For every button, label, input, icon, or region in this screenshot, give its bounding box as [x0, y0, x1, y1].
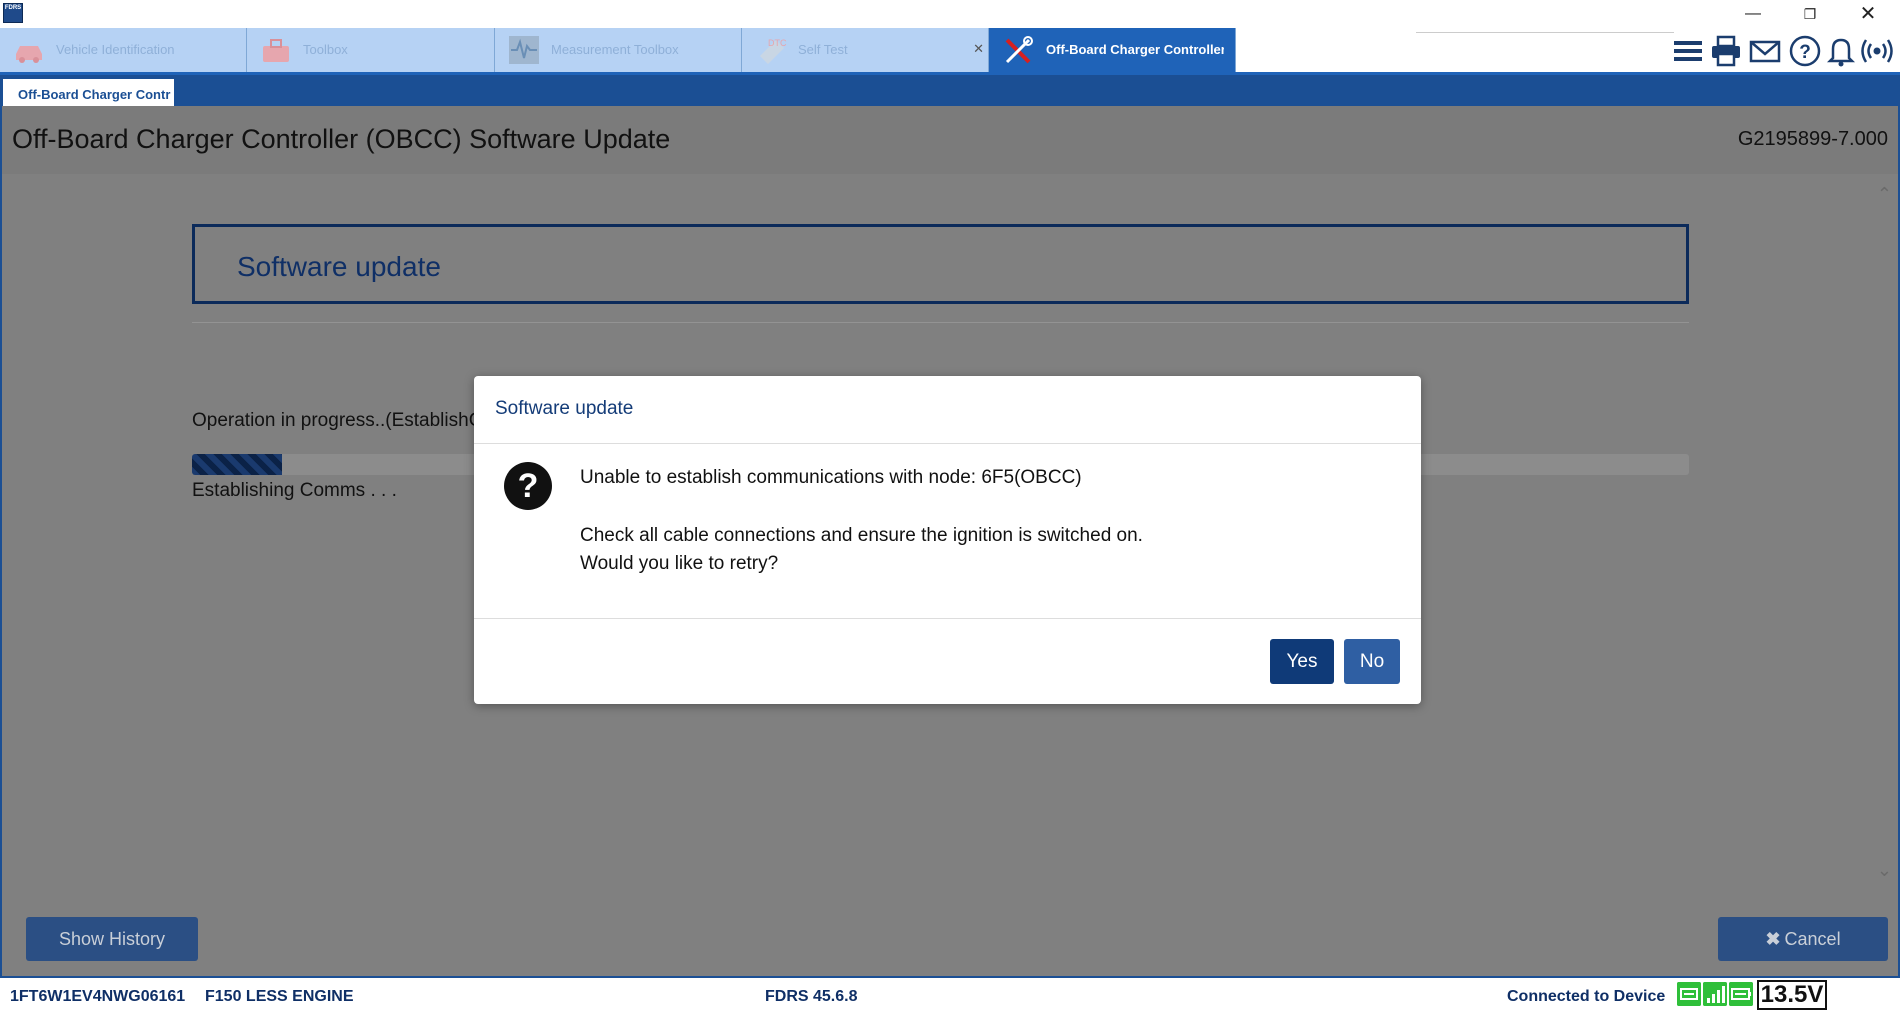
- section-title: Software update: [237, 251, 441, 282]
- tab-label: Toolbox: [303, 42, 348, 57]
- cancel-button[interactable]: ✖ Cancel: [1718, 917, 1888, 961]
- help-icon[interactable]: ?: [1788, 34, 1822, 68]
- menu-icon[interactable]: [1671, 34, 1705, 68]
- module-tab-strip: Vehicle Identification Toolbox Measureme…: [0, 28, 1900, 74]
- vin-label: 1FT6W1EV4NWG06161: [10, 988, 186, 1005]
- tab-measurement-toolbox[interactable]: Measurement Toolbox: [495, 28, 742, 72]
- show-history-button[interactable]: Show History: [26, 917, 198, 961]
- part-number: G2195899-7.000: [1737, 128, 1888, 150]
- scroll-down-icon[interactable]: ⌄: [1877, 860, 1892, 881]
- sub-tab-obcc[interactable]: Off-Board Charger Contr: [3, 79, 174, 106]
- connection-status: Connected to Device: [1507, 988, 1666, 1005]
- tab-label: Off-Board Charger Controller (O: [1046, 42, 1224, 57]
- cancel-label: Cancel: [1784, 929, 1841, 949]
- divider: [1416, 32, 1674, 33]
- dialog-question: Would you like to retry?: [580, 553, 779, 574]
- tab-toolbox[interactable]: Toolbox: [247, 28, 495, 72]
- mail-icon[interactable]: [1748, 34, 1782, 68]
- svg-text:?: ?: [1799, 42, 1811, 63]
- yes-button[interactable]: Yes: [1270, 639, 1334, 684]
- minimize-button[interactable]: —: [1733, 2, 1773, 26]
- app-logo: FDRS: [3, 3, 23, 23]
- tab-label: Self Test: [798, 42, 848, 57]
- dialog-title: Software update: [495, 398, 634, 419]
- scroll-up-icon[interactable]: ⌃: [1877, 184, 1892, 205]
- car-icon: [16, 46, 42, 63]
- signal-icon: [1703, 982, 1727, 1006]
- svg-text:DTC: DTC: [768, 38, 787, 48]
- divider: [474, 443, 1421, 444]
- divider: [192, 322, 1689, 323]
- bell-icon[interactable]: [1824, 34, 1858, 68]
- vci-status-icon: [1677, 982, 1701, 1006]
- operation-status: Operation in progress..(EstablishC: [192, 410, 483, 431]
- tab-label: Vehicle Identification: [56, 42, 175, 57]
- progress-fill: [192, 454, 282, 475]
- page-header: Off-Board Charger Controller (OBCC) Soft…: [2, 106, 1898, 174]
- dialog-message: Unable to establish communications with …: [580, 467, 1082, 488]
- tab-self-test[interactable]: DTC Self Test ✕: [742, 28, 989, 72]
- divider: [474, 618, 1421, 619]
- status-bar: 1FT6W1EV4NWG06161 F150 LESS ENGINE FDRS …: [0, 976, 1900, 1010]
- close-icon: ✖: [1765, 929, 1781, 949]
- tab-label: Measurement Toolbox: [551, 42, 679, 57]
- progress-status: Establishing Comms . . .: [192, 480, 397, 501]
- question-icon: ?: [504, 462, 552, 510]
- printer-icon[interactable]: [1709, 34, 1743, 68]
- tab-vehicle-identification[interactable]: Vehicle Identification: [0, 28, 247, 72]
- dtc-icon: DTC: [760, 38, 787, 64]
- tab-off-board-charger-controller[interactable]: Off-Board Charger Controller (O: [989, 28, 1236, 72]
- dialog-instruction: Check all cable connections and ensure t…: [580, 525, 1143, 546]
- vehicle-label: F150 LESS ENGINE: [205, 988, 354, 1005]
- voltage-readout: 13.5V: [1757, 980, 1827, 1010]
- no-button[interactable]: No: [1344, 639, 1400, 684]
- section-header: Software update: [192, 224, 1689, 304]
- tools-icon: [1005, 36, 1033, 64]
- maximize-button[interactable]: ❐: [1790, 2, 1830, 26]
- close-window-button[interactable]: ✕: [1848, 2, 1888, 26]
- wireless-icon[interactable]: [1860, 34, 1894, 68]
- retry-dialog: Software update ? Unable to establish co…: [474, 376, 1421, 704]
- title-bar: FDRS — ❐ ✕: [0, 0, 1900, 28]
- close-tab-icon[interactable]: ✕: [973, 41, 984, 57]
- toolbox-icon: [263, 39, 289, 62]
- battery-icon: [1729, 982, 1753, 1006]
- page-title: Off-Board Charger Controller (OBCC) Soft…: [12, 124, 671, 154]
- waveform-icon: [509, 36, 539, 64]
- sub-tab-bar: Off-Board Charger Contr: [0, 75, 1900, 106]
- version-label: FDRS 45.6.8: [765, 988, 858, 1005]
